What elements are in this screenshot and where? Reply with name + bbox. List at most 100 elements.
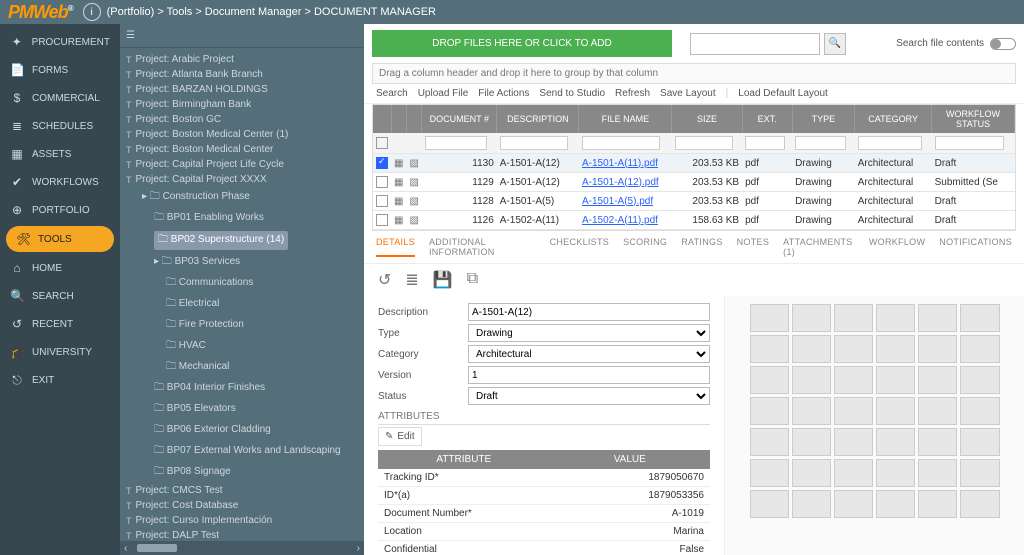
tree-item[interactable]: TProject: Boston Medical Center (1) — [126, 127, 360, 142]
document-grid[interactable]: DOCUMENT #DESCRIPTIONFILE NAMESIZEEXT.TY… — [372, 104, 1016, 231]
tree-item[interactable]: 🗀 Mechanical — [126, 357, 360, 378]
field-type[interactable]: Drawing — [468, 324, 710, 342]
list-icon[interactable]: ≣ — [405, 270, 418, 290]
grid-action[interactable]: Load Default Layout — [738, 88, 828, 99]
row-thumb-icon[interactable]: ▧ — [409, 215, 418, 226]
column-header[interactable]: CATEGORY — [855, 105, 932, 133]
column-header[interactable] — [373, 105, 391, 133]
tree-item[interactable]: TProject: Cost Database — [126, 498, 360, 513]
table-row[interactable]: ▦▧1129A-1501-A(12)A-1501-A(12).pdf203.53… — [373, 173, 1015, 192]
tree-item[interactable]: 🗀 Electrical — [126, 294, 360, 315]
tree-item[interactable]: TProject: Arabic Project — [126, 52, 360, 67]
info-icon[interactable]: i — [83, 3, 101, 21]
column-header[interactable]: DESCRIPTION — [497, 105, 579, 133]
table-row[interactable]: ▦▧1128A-1501-A(5)A-1501-A(5).pdf203.53 K… — [373, 192, 1015, 211]
column-header[interactable]: FILE NAME — [579, 105, 672, 133]
column-header[interactable]: WORKFLOW STATUS — [932, 105, 1015, 133]
history-icon[interactable]: ↺ — [378, 270, 391, 290]
grid-action[interactable]: Search — [376, 88, 408, 99]
grid-action[interactable]: Refresh — [615, 88, 650, 99]
tree-toolbar[interactable]: ☰ — [120, 24, 364, 48]
detail-tab[interactable]: ATTACHMENTS (1) — [783, 237, 855, 257]
row-gear-icon[interactable]: ▦ — [394, 196, 403, 207]
nav-forms[interactable]: 📄FORMS — [0, 56, 120, 84]
table-row[interactable]: ▦▧1126A-1502-A(11)A-1502-A(11).pdf158.63… — [373, 211, 1015, 230]
detail-tab[interactable]: RATINGS — [681, 237, 722, 257]
tree-item[interactable]: 🗀 HVAC — [126, 336, 360, 357]
tree-item[interactable]: TProject: Birmingham Bank — [126, 97, 360, 112]
tree-item[interactable]: 🗀 BP01 Enabling Works — [126, 208, 360, 229]
tree-item[interactable]: 🗀 BP06 Exterior Cladding — [126, 420, 360, 441]
field-description[interactable] — [468, 303, 710, 321]
nav-recent[interactable]: ↺RECENT — [0, 310, 120, 338]
row-thumb-icon[interactable]: ▧ — [409, 158, 418, 169]
tree-item[interactable]: TProject: Boston GC — [126, 112, 360, 127]
tree-item[interactable]: TProject: CMCS Test — [126, 483, 360, 498]
nav-home[interactable]: ⌂HOME — [0, 254, 120, 282]
tree-item[interactable]: 🗀 BP02 Superstructure (14) — [126, 229, 360, 252]
nav-tools[interactable]: 🛠TOOLS — [6, 226, 114, 252]
row-checkbox[interactable] — [376, 195, 388, 207]
detail-tab[interactable]: WORKFLOW — [869, 237, 925, 257]
column-filter[interactable] — [858, 136, 922, 150]
nav-search[interactable]: 🔍SEARCH — [0, 282, 120, 310]
detail-tab[interactable]: NOTIFICATIONS — [939, 237, 1012, 257]
nav-university[interactable]: 🎓UNIVERSITY — [0, 338, 120, 366]
file-link[interactable]: A-1501-A(5).pdf — [582, 196, 653, 207]
search-input[interactable] — [690, 33, 820, 55]
group-by-bar[interactable]: Drag a column header and drop it here to… — [372, 63, 1016, 84]
nav-workflows[interactable]: ✔WORKFLOWS — [0, 168, 120, 196]
tree-item[interactable]: ▸ 🗀 Construction Phase — [126, 187, 360, 208]
grid-action[interactable]: Send to Studio — [539, 88, 605, 99]
detail-tab[interactable]: ADDITIONAL INFORMATION — [429, 237, 536, 257]
detail-tab[interactable]: NOTES — [737, 237, 770, 257]
row-gear-icon[interactable]: ▦ — [394, 215, 403, 226]
column-filter[interactable] — [935, 136, 1004, 150]
save-icon[interactable]: 💾 — [433, 270, 453, 290]
column-header[interactable]: EXT. — [742, 105, 792, 133]
column-header[interactable]: DOCUMENT # — [422, 105, 497, 133]
column-filter[interactable] — [795, 136, 846, 150]
column-filter[interactable] — [500, 136, 569, 150]
tree-item[interactable]: TProject: Capital Project Life Cycle — [126, 157, 360, 172]
tree-item[interactable]: 🗀 BP08 Signage — [126, 462, 360, 483]
field-category[interactable]: Architectural — [468, 345, 710, 363]
open-icon[interactable]: ⧉ — [467, 270, 478, 290]
detail-tab[interactable]: CHECKLISTS — [550, 237, 610, 257]
grid-action[interactable]: File Actions — [478, 88, 529, 99]
breadcrumb[interactable]: (Portfolio) > Tools > Document Manager >… — [107, 6, 436, 18]
column-filter[interactable] — [675, 136, 733, 150]
column-filter[interactable] — [582, 136, 660, 150]
row-thumb-icon[interactable]: ▧ — [409, 177, 418, 188]
select-all-checkbox[interactable] — [376, 137, 388, 149]
table-row[interactable]: ▦▧1130A-1501-A(12)A-1501-A(11).pdf203.53… — [373, 154, 1015, 173]
file-link[interactable]: A-1502-A(11).pdf — [582, 215, 658, 226]
row-checkbox[interactable] — [376, 214, 388, 226]
file-link[interactable]: A-1501-A(11).pdf — [582, 158, 658, 169]
grid-action[interactable]: Save Layout — [660, 88, 716, 99]
column-header[interactable] — [391, 105, 406, 133]
nav-exit[interactable]: ⎋EXIT — [0, 366, 120, 395]
tree-item[interactable]: TProject: Atlanta Bank Branch — [126, 67, 360, 82]
file-link[interactable]: A-1501-A(12).pdf — [582, 177, 659, 188]
document-preview[interactable] — [724, 296, 1024, 555]
dropzone[interactable]: DROP FILES HERE OR CLICK TO ADD — [372, 30, 672, 57]
tree-item[interactable]: TProject: BARZAN HOLDINGS — [126, 82, 360, 97]
column-header[interactable] — [406, 105, 421, 133]
nav-commercial[interactable]: $COMMERCIAL — [0, 84, 120, 112]
detail-tab[interactable]: DETAILS — [376, 237, 415, 257]
tree-item[interactable]: TProject: Curso Implementación — [126, 513, 360, 528]
edit-attributes-button[interactable]: ✎ Edit — [378, 427, 422, 446]
row-checkbox[interactable] — [376, 157, 388, 169]
column-filter[interactable] — [745, 136, 785, 150]
search-file-contents-toggle[interactable] — [990, 38, 1016, 50]
row-thumb-icon[interactable]: ▧ — [409, 196, 418, 207]
search-icon[interactable]: 🔍 — [824, 33, 846, 55]
tree-item[interactable]: 🗀 Fire Protection — [126, 315, 360, 336]
tree-item[interactable]: TProject: Capital Project XXXX — [126, 172, 360, 187]
tree-item[interactable]: 🗀 BP07 External Works and Landscaping — [126, 441, 360, 462]
column-filter[interactable] — [425, 136, 487, 150]
field-version[interactable] — [468, 366, 710, 384]
row-gear-icon[interactable]: ▦ — [394, 158, 403, 169]
tree-item[interactable]: ▸ 🗀 BP03 Services — [126, 252, 360, 273]
